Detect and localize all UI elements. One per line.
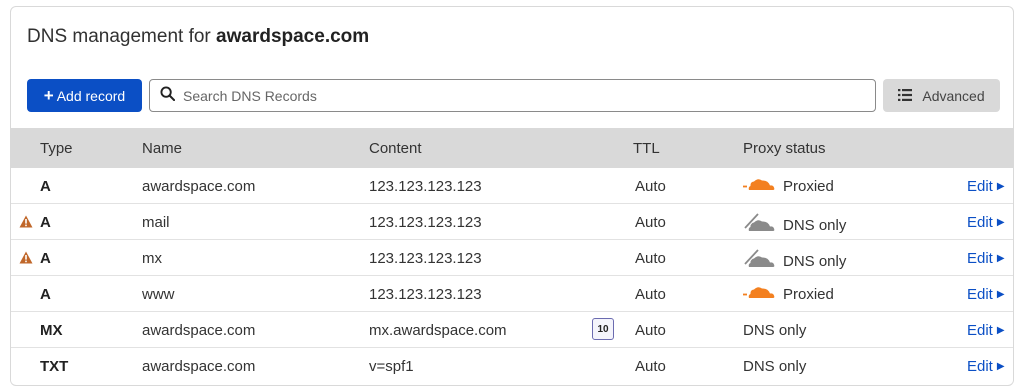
record-content: mx.awardspace.com: [369, 322, 507, 339]
search-box[interactable]: [149, 79, 876, 112]
list-filter-icon: [898, 88, 913, 104]
record-type: A: [40, 214, 51, 231]
page-title: DNS management for awardspace.com: [27, 26, 369, 48]
proxy-status[interactable]: DNS only: [743, 212, 846, 236]
record-ttl: Auto: [635, 322, 666, 339]
proxy-status-label: Proxied: [783, 178, 834, 195]
record-name: mx: [142, 250, 162, 267]
edit-label: Edit: [967, 178, 993, 195]
caret-right-icon: ▶: [996, 361, 1005, 372]
add-record-label: Add record: [56, 87, 126, 104]
caret-right-icon: ▶: [996, 325, 1005, 336]
record-type: A: [40, 250, 51, 267]
edit-link[interactable]: Edit ▶: [967, 358, 1005, 375]
record-ttl: Auto: [635, 286, 666, 303]
record-content: 123.123.123.123: [369, 178, 482, 195]
proxy-status: DNS only: [743, 322, 806, 339]
edit-link[interactable]: Edit ▶: [967, 178, 1005, 195]
cloud-grey-icon: [743, 248, 775, 272]
proxy-status-label: Proxied: [783, 286, 834, 303]
record-type: TXT: [40, 358, 69, 375]
plus-icon: +: [43, 86, 54, 105]
add-record-button[interactable]: + Add record: [27, 79, 142, 112]
record-name: mail: [142, 214, 170, 231]
record-content: 123.123.123.123: [369, 250, 482, 267]
warning-icon[interactable]: [19, 251, 33, 268]
proxy-status-label: DNS only: [743, 322, 807, 339]
dns-management-card: DNS management for awardspace.com + Add …: [10, 6, 1014, 386]
table-row: A mail 123.123.123.123 Auto DNS only Edi…: [11, 204, 1013, 240]
page-title-prefix: DNS management for: [27, 26, 217, 47]
record-type: A: [40, 286, 51, 303]
caret-right-icon: ▶: [996, 289, 1005, 300]
record-type: A: [40, 178, 51, 195]
record-ttl: Auto: [635, 358, 666, 375]
record-name: www: [142, 286, 175, 303]
domain-name: awardspace.com: [216, 26, 370, 47]
caret-right-icon: ▶: [996, 253, 1005, 264]
cloud-grey-icon: [743, 212, 775, 236]
edit-label: Edit: [967, 214, 993, 231]
proxy-status-label: DNS only: [783, 216, 847, 234]
column-header-content: Content: [369, 140, 422, 157]
proxy-status-label: DNS only: [783, 252, 847, 270]
search-icon: [160, 85, 176, 106]
record-type: MX: [40, 322, 63, 339]
edit-link[interactable]: Edit ▶: [967, 322, 1005, 339]
table-row: A awardspace.com 123.123.123.123 Auto Pr…: [11, 168, 1013, 204]
advanced-label: Advanced: [922, 87, 985, 104]
search-input[interactable]: [181, 86, 825, 105]
column-header-type: Type: [40, 140, 73, 157]
column-header-name: Name: [142, 140, 183, 157]
proxy-status-label: DNS only: [743, 358, 807, 375]
table-row: MX awardspace.com mx.awardspace.com 10 A…: [11, 312, 1013, 348]
edit-label: Edit: [967, 358, 993, 375]
column-header-ttl: TTL: [633, 140, 660, 157]
priority-badge: 10: [592, 318, 614, 340]
cloud-orange-icon: [743, 285, 775, 303]
record-ttl: Auto: [635, 250, 666, 267]
caret-right-icon: ▶: [996, 181, 1005, 192]
record-ttl: Auto: [635, 214, 666, 231]
cloud-orange-icon: [743, 177, 775, 195]
edit-link[interactable]: Edit ▶: [967, 214, 1005, 231]
caret-right-icon: ▶: [996, 217, 1005, 228]
edit-label: Edit: [967, 250, 993, 267]
record-content: 123.123.123.123: [369, 286, 482, 303]
advanced-button[interactable]: Advanced: [883, 79, 1000, 112]
record-content: v=spf1: [369, 358, 414, 375]
warning-icon[interactable]: [19, 215, 33, 232]
record-name: awardspace.com: [142, 178, 256, 195]
proxy-status[interactable]: Proxied: [743, 176, 834, 195]
table-row: TXT awardspace.com v=spf1 Auto DNS only …: [11, 348, 1013, 384]
edit-label: Edit: [967, 322, 993, 339]
column-header-proxy-status: Proxy status: [743, 140, 826, 157]
edit-link[interactable]: Edit ▶: [967, 250, 1005, 267]
edit-link[interactable]: Edit ▶: [967, 286, 1005, 303]
proxy-status[interactable]: DNS only: [743, 248, 846, 272]
table-row: A mx 123.123.123.123 Auto DNS only Edit ▶: [11, 240, 1013, 276]
table-row: A www 123.123.123.123 Auto Proxied Edit ▶: [11, 276, 1013, 312]
record-name: awardspace.com: [142, 358, 256, 375]
proxy-status: DNS only: [743, 358, 806, 375]
table-header: Type Name Content TTL Proxy status: [11, 128, 1013, 168]
edit-label: Edit: [967, 286, 993, 303]
record-content: 123.123.123.123: [369, 214, 482, 231]
record-ttl: Auto: [635, 178, 666, 195]
proxy-status[interactable]: Proxied: [743, 284, 834, 303]
record-name: awardspace.com: [142, 322, 256, 339]
